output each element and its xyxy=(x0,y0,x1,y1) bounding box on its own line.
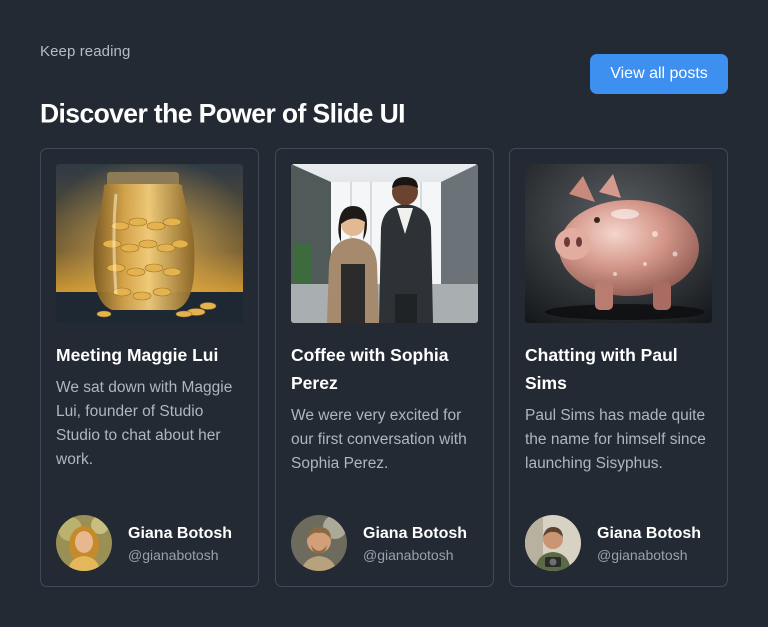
section-header: Keep reading Discover the Power of Slide… xyxy=(40,40,728,129)
author-name: Giana Botosh xyxy=(363,525,468,542)
author-handle: @gianabotosh xyxy=(363,547,454,563)
post-image-coin-jar[interactable] xyxy=(56,164,243,323)
post-card[interactable]: Meeting Maggie Lui We sat down with Magg… xyxy=(40,148,259,587)
post-image-piggy-bank[interactable] xyxy=(525,164,712,323)
post-card[interactable]: Coffee with Sophia Perez We were very ex… xyxy=(275,148,494,587)
author-avatar xyxy=(56,515,112,571)
author-handle: @gianabotosh xyxy=(128,547,219,563)
post-title[interactable]: Meeting Maggie Lui xyxy=(56,341,246,369)
section-title: Discover the Power of Slide UI xyxy=(40,98,405,129)
post-title[interactable]: Chatting with Paul Sims xyxy=(525,341,715,397)
post-excerpt: Paul Sims has made quite the name for hi… xyxy=(525,407,706,472)
post-list: Meeting Maggie Lui We sat down with Magg… xyxy=(40,148,728,587)
author-name: Giana Botosh xyxy=(597,525,702,542)
post-title[interactable]: Coffee with Sophia Perez xyxy=(291,341,481,397)
post-author: Giana Botosh @gianabotosh xyxy=(525,515,715,571)
author-avatar xyxy=(525,515,581,571)
view-all-posts-button[interactable]: View all posts xyxy=(590,54,728,94)
blog-section: Keep reading Discover the Power of Slide… xyxy=(0,0,768,627)
post-author: Giana Botosh @gianabotosh xyxy=(291,515,481,571)
author-avatar xyxy=(291,515,347,571)
author-handle: @gianabotosh xyxy=(597,547,688,563)
post-author: Giana Botosh @gianabotosh xyxy=(56,515,246,571)
post-card[interactable]: Chatting with Paul Sims Paul Sims has ma… xyxy=(509,148,728,587)
post-excerpt: We sat down with Maggie Lui, founder of … xyxy=(56,379,233,468)
section-eyebrow: Keep reading xyxy=(40,43,131,60)
post-image-office-people[interactable] xyxy=(291,164,478,323)
author-name: Giana Botosh xyxy=(128,525,233,542)
post-excerpt: We were very excited for our first conve… xyxy=(291,407,467,472)
